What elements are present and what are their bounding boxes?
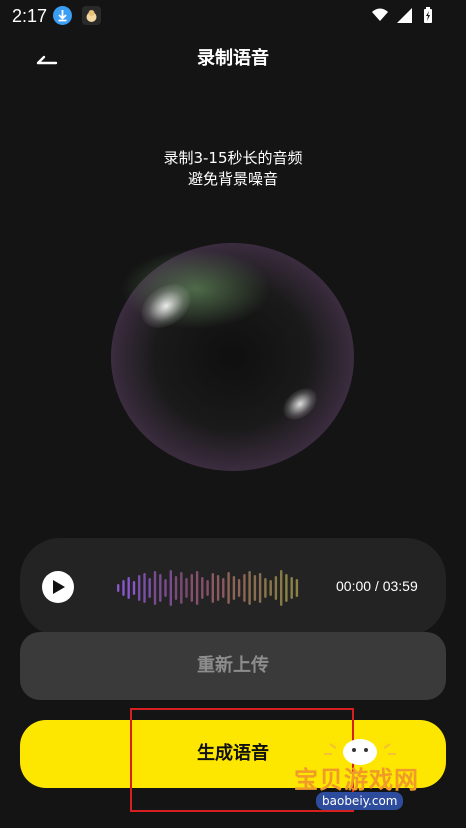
battery-icon — [424, 7, 432, 23]
waveform-bar — [248, 571, 251, 605]
waveform-bar — [169, 570, 172, 606]
waveform-bar — [122, 580, 125, 596]
recording-hint: 录制3-15秒长的音频 避免背景噪音 — [0, 148, 466, 190]
waveform-bar — [222, 578, 225, 598]
waveform-bar — [164, 579, 167, 597]
app-notification-icon — [82, 6, 101, 25]
waveform-bar — [148, 578, 151, 598]
waveform-bar — [195, 571, 199, 605]
waveform-bar — [227, 572, 230, 604]
watermark-logo: 宝贝游戏网 baobeiy.com — [290, 734, 460, 822]
waveform-bar — [211, 573, 214, 603]
play-button[interactable] — [42, 571, 74, 603]
waveform-bar — [295, 579, 299, 597]
waveform-bar — [127, 577, 130, 599]
wifi-icon — [372, 8, 388, 21]
audio-player: 00:00 / 03:59 — [20, 538, 446, 636]
waveform-bar — [285, 574, 288, 602]
waveform-bar — [269, 580, 272, 596]
waveform-bar — [216, 575, 220, 601]
status-time: 2:17 — [12, 6, 48, 26]
waveform-bar — [143, 573, 146, 603]
status-bar: 2:17 — [0, 0, 466, 32]
download-icon — [53, 6, 72, 25]
waveform-bar — [258, 573, 262, 603]
waveform-bar — [159, 574, 162, 602]
waveform-bar — [237, 579, 241, 597]
hint-line-2: 避免背景噪音 — [187, 170, 278, 188]
playback-time: 00:00 / 03:59 — [336, 578, 418, 594]
watermark-url: baobeiy.com — [316, 792, 404, 810]
waveform-bar — [280, 570, 283, 606]
reupload-button[interactable]: 重新上传 — [20, 632, 446, 700]
waveform-bar — [180, 572, 183, 604]
play-icon — [53, 580, 65, 594]
waveform-bar — [185, 578, 188, 598]
waveform-bar — [138, 575, 141, 601]
watermark-text: 宝贝游戏网 — [294, 766, 419, 794]
waveform-bar — [243, 574, 246, 602]
signal-icon — [397, 8, 412, 23]
waveform-bar — [132, 581, 136, 595]
waveform-bar — [190, 574, 193, 602]
page-title: 录制语音 — [197, 48, 269, 69]
waveform-bar — [274, 576, 278, 600]
waveform — [117, 570, 299, 606]
waveform-bar — [290, 577, 293, 599]
voice-bubble — [111, 243, 354, 471]
waveform-bar — [232, 576, 236, 600]
waveform-bar — [201, 577, 204, 599]
waveform-bar — [264, 578, 267, 598]
top-bar: 录制语音 — [0, 36, 466, 80]
waveform-bar — [206, 580, 209, 596]
waveform-bar — [174, 576, 178, 600]
hint-line-1: 录制3-15秒长的音频 — [163, 149, 303, 167]
waveform-bar — [117, 584, 120, 592]
waveform-bar — [253, 575, 257, 601]
waveform-bar — [153, 571, 157, 605]
